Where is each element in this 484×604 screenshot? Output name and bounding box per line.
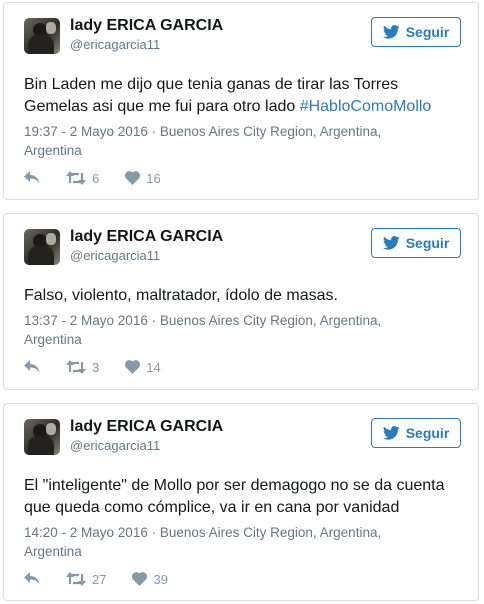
author-handle[interactable]: @ericagarcia11 xyxy=(70,37,160,52)
author-handle[interactable]: @ericagarcia11 xyxy=(70,248,160,263)
author-name[interactable]: lady ERICA GARCIA xyxy=(70,17,223,35)
author-handle[interactable]: @ericagarcia11 xyxy=(70,438,160,453)
heart-icon xyxy=(125,171,141,185)
tweet-text: Bin Laden me dijo que tenia ganas de tir… xyxy=(24,76,432,115)
follow-button[interactable]: Seguir xyxy=(371,17,461,47)
action-bar: 27 39 xyxy=(24,570,194,588)
like-button[interactable]: 14 xyxy=(125,359,161,375)
follow-button[interactable]: Seguir xyxy=(371,418,461,448)
follow-label: Seguir xyxy=(405,24,450,40)
retweet-count: 3 xyxy=(92,359,100,375)
retweet-button[interactable]: 3 xyxy=(66,360,99,375)
like-count: 14 xyxy=(146,359,161,375)
reply-icon xyxy=(24,572,40,585)
tweet-text: El "inteligente" de Mollo por ser demago… xyxy=(24,477,445,516)
author-name[interactable]: lady ERICA GARCIA xyxy=(70,228,223,246)
follow-label: Seguir xyxy=(405,235,450,251)
retweet-count: 6 xyxy=(92,170,100,186)
twitter-bird-icon xyxy=(382,25,400,39)
avatar[interactable] xyxy=(24,18,60,54)
retweet-icon xyxy=(66,360,86,374)
author-name[interactable]: lady ERICA GARCIA xyxy=(70,418,223,436)
reply-button[interactable] xyxy=(24,572,40,586)
tweet-card: lady ERICA GARCIA @ericagarcia11 Seguir … xyxy=(3,2,479,200)
retweet-button[interactable]: 27 xyxy=(66,572,106,587)
action-bar: 6 16 xyxy=(24,169,187,187)
follow-button[interactable]: Seguir xyxy=(371,228,461,258)
tweet-meta[interactable]: 19:37 - 2 Mayo 2016 · Buenos Aires City … xyxy=(24,122,464,160)
retweet-count: 27 xyxy=(92,571,107,587)
tweet-text: Falso, violento, maltratador, ídolo de m… xyxy=(24,287,338,304)
tweet-card: lady ERICA GARCIA @ericagarcia11 Seguir … xyxy=(3,403,479,601)
tweet-meta[interactable]: 14:20 - 2 Mayo 2016 · Buenos Aires City … xyxy=(24,523,464,561)
twitter-bird-icon xyxy=(382,426,400,440)
retweet-icon xyxy=(66,572,86,586)
twitter-bird-icon xyxy=(382,236,400,250)
reply-button[interactable] xyxy=(24,171,40,185)
like-button[interactable]: 16 xyxy=(125,170,161,186)
tweet-meta[interactable]: 13:37 - 2 Mayo 2016 · Buenos Aires City … xyxy=(24,311,464,349)
avatar[interactable] xyxy=(24,419,60,455)
follow-label: Seguir xyxy=(405,425,450,441)
like-count: 39 xyxy=(153,571,168,587)
heart-icon xyxy=(132,572,148,586)
retweet-icon xyxy=(66,171,86,185)
retweet-button[interactable]: 6 xyxy=(66,171,99,186)
reply-icon xyxy=(24,171,40,184)
action-bar: 3 14 xyxy=(24,358,187,376)
reply-button[interactable] xyxy=(24,360,40,374)
like-button[interactable]: 39 xyxy=(132,571,168,587)
heart-icon xyxy=(125,360,141,374)
avatar[interactable] xyxy=(24,229,60,265)
hashtag-link[interactable]: #HabloComoMollo xyxy=(300,98,432,115)
reply-icon xyxy=(24,360,40,373)
tweet-card: lady ERICA GARCIA @ericagarcia11 Seguir … xyxy=(3,213,479,390)
like-count: 16 xyxy=(146,170,161,186)
